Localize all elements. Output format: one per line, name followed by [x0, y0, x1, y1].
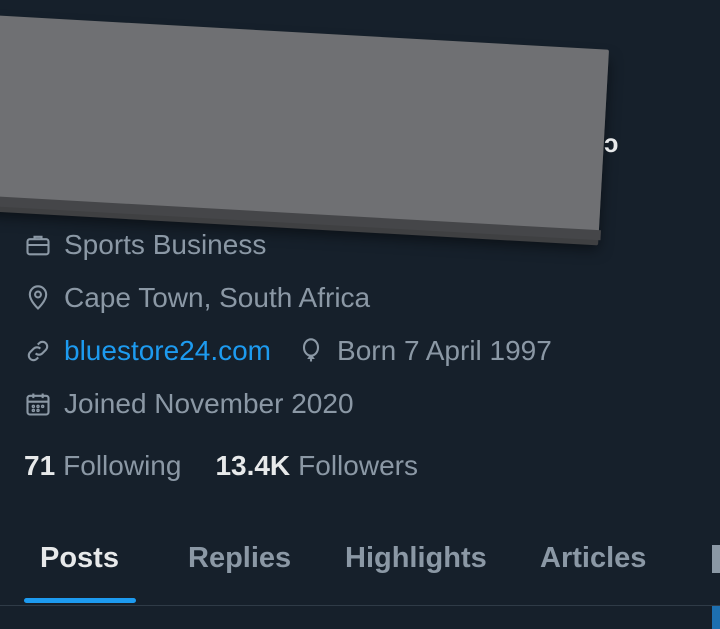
followers-label: Followers: [298, 450, 418, 481]
briefcase-icon: [24, 231, 52, 259]
calendar-icon: [24, 390, 52, 418]
profile-birthday: Born 7 April 1997: [337, 335, 552, 366]
profile-stats: 71 Following 13.4K Followers: [24, 450, 418, 482]
tab-articles[interactable]: Articles: [540, 542, 646, 575]
tab-overflow-edge: [712, 545, 720, 573]
link-icon: [24, 337, 52, 365]
profile-joined: Joined November 2020: [64, 388, 354, 419]
following-count: 71: [24, 450, 56, 481]
profile-website-link[interactable]: bluestore24.com: [64, 337, 271, 365]
profile-joined-row: Joined November 2020: [24, 390, 354, 418]
tab-replies[interactable]: Replies: [188, 542, 291, 575]
tab-highlights[interactable]: Highlights: [345, 542, 487, 575]
profile-location-row: Cape Town, South Africa: [24, 284, 370, 312]
profile-category-row: Sports Business: [24, 231, 266, 259]
scrollbar-edge[interactable]: [712, 606, 720, 629]
active-tab-indicator: [24, 598, 136, 603]
partially-hidden-glyph: ↄ: [604, 128, 619, 158]
profile-page: ↄ Sports Business Cape Town, South Afric…: [0, 0, 720, 629]
location-pin-icon: [24, 284, 52, 312]
profile-category: Sports Business: [64, 229, 267, 260]
followers-link[interactable]: 13.4K Followers: [215, 450, 418, 482]
balloon-icon: [297, 337, 325, 365]
following-label: Following: [63, 450, 182, 481]
followers-count: 13.4K: [215, 450, 291, 481]
tab-posts[interactable]: Posts: [40, 542, 119, 575]
profile-website-birthday-row: bluestore24.com Born 7 April 1997: [24, 337, 552, 365]
profile-location: Cape Town, South Africa: [64, 282, 371, 313]
profile-tabs: Posts Replies Highlights Articles: [0, 520, 720, 606]
following-link[interactable]: 71 Following: [24, 450, 181, 482]
tabs-divider: [0, 605, 720, 606]
